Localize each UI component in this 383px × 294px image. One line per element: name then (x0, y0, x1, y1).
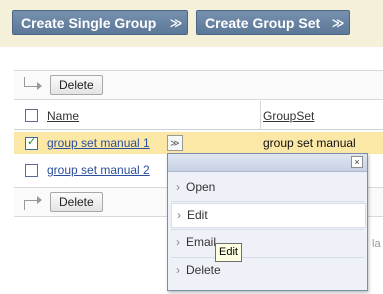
truncated-text: la (372, 238, 381, 250)
chevron-right-icon: › (177, 208, 181, 222)
groupset-value: group set manual (263, 136, 356, 150)
create-group-set-label: Create Group Set (205, 15, 321, 31)
chevron-down-icon[interactable]: ≫ (167, 135, 183, 151)
menu-divider (171, 201, 364, 202)
table-header: Name GroupSet (14, 101, 383, 130)
delete-button-bottom[interactable]: Delete (50, 192, 103, 212)
menu-item-email[interactable]: › Email (171, 231, 364, 254)
select-all-checkbox[interactable] (25, 109, 38, 122)
chevron-right-icon: › (176, 263, 180, 277)
group-name-link[interactable]: group set manual 2 (47, 163, 150, 177)
table-top-toolbar: Delete (14, 70, 383, 100)
context-menu: × › Open › Edit › Email › Delete (167, 153, 368, 291)
menu-item-label: Email (186, 235, 217, 249)
menu-item-open[interactable]: › Open (171, 176, 364, 199)
menu-item-delete[interactable]: › Delete (171, 259, 364, 282)
create-single-group-button[interactable]: Create Single Group ≫ (12, 10, 188, 35)
row-checkbox[interactable] (25, 164, 38, 177)
row-checkbox[interactable] (25, 135, 38, 150)
menu-item-label: Open (186, 180, 216, 194)
chevron-right-icon: › (176, 235, 180, 249)
column-divider (260, 101, 261, 129)
column-header-groupset[interactable]: GroupSet (263, 109, 314, 123)
menu-divider (171, 257, 364, 258)
create-single-group-label: Create Single Group (21, 15, 157, 31)
menu-item-label: Edit (187, 208, 208, 222)
close-icon[interactable]: × (351, 156, 363, 168)
action-bar: Create Single Group ≫ Create Group Set ≫ (0, 0, 383, 47)
double-chevron-down-icon: ≫ (169, 16, 183, 30)
menu-item-edit[interactable]: › Edit (171, 203, 366, 228)
select-arrow-icon (24, 196, 42, 210)
select-arrow-icon (24, 77, 42, 90)
table-row[interactable]: group set manual 1 ≫ group set manual (14, 132, 383, 154)
create-group-set-button[interactable]: Create Group Set ≫ (196, 10, 350, 35)
double-chevron-down-icon: ≫ (331, 16, 345, 30)
tooltip: Edit (215, 243, 242, 262)
chevron-right-icon: › (176, 180, 180, 194)
menu-divider (171, 229, 364, 230)
menu-item-label: Delete (186, 263, 221, 277)
context-menu-header: × (168, 154, 367, 172)
column-header-name[interactable]: Name (47, 109, 79, 123)
group-name-link[interactable]: group set manual 1 (47, 136, 150, 150)
delete-button-top[interactable]: Delete (50, 75, 103, 95)
